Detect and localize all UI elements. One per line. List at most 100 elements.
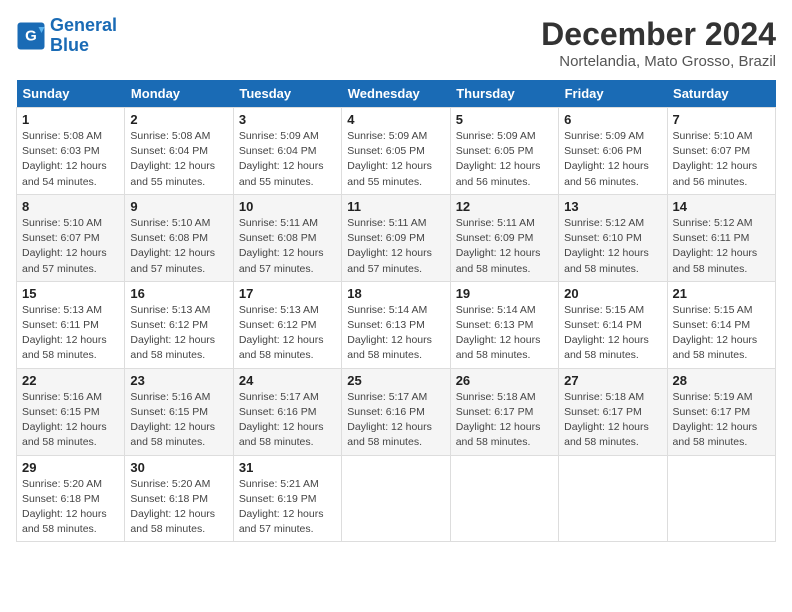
calendar-cell: 3 Sunrise: 5:09 AM Sunset: 6:04 PM Daylig… bbox=[233, 108, 341, 195]
day-number: 2 bbox=[130, 112, 227, 127]
day-info: Sunrise: 5:17 AM Sunset: 6:16 PM Dayligh… bbox=[347, 390, 444, 451]
day-number: 7 bbox=[673, 112, 770, 127]
day-number: 16 bbox=[130, 286, 227, 301]
logo-icon: G bbox=[16, 21, 46, 51]
day-number: 15 bbox=[22, 286, 119, 301]
day-info: Sunrise: 5:12 AM Sunset: 6:11 PM Dayligh… bbox=[673, 216, 770, 277]
day-number: 14 bbox=[673, 199, 770, 214]
day-info: Sunrise: 5:11 AM Sunset: 6:09 PM Dayligh… bbox=[347, 216, 444, 277]
calendar-cell: 16 Sunrise: 5:13 AM Sunset: 6:12 PM Dayli… bbox=[125, 281, 233, 368]
day-info: Sunrise: 5:08 AM Sunset: 6:03 PM Dayligh… bbox=[22, 129, 119, 190]
weekday-header-thursday: Thursday bbox=[450, 80, 558, 108]
day-number: 10 bbox=[239, 199, 336, 214]
calendar-cell: 8 Sunrise: 5:10 AM Sunset: 6:07 PM Daylig… bbox=[17, 194, 125, 281]
day-info: Sunrise: 5:15 AM Sunset: 6:14 PM Dayligh… bbox=[564, 303, 661, 364]
calendar-cell: 31 Sunrise: 5:21 AM Sunset: 6:19 PM Dayli… bbox=[233, 455, 341, 542]
day-number: 31 bbox=[239, 460, 336, 475]
day-number: 3 bbox=[239, 112, 336, 127]
day-number: 22 bbox=[22, 373, 119, 388]
logo-line1: General bbox=[50, 15, 117, 35]
weekday-header-row: SundayMondayTuesdayWednesdayThursdayFrid… bbox=[17, 80, 776, 108]
weekday-header-sunday: Sunday bbox=[17, 80, 125, 108]
day-info: Sunrise: 5:18 AM Sunset: 6:17 PM Dayligh… bbox=[456, 390, 553, 451]
week-row-3: 15 Sunrise: 5:13 AM Sunset: 6:11 PM Dayli… bbox=[17, 281, 776, 368]
weekday-header-saturday: Saturday bbox=[667, 80, 775, 108]
calendar-cell bbox=[450, 455, 558, 542]
day-number: 30 bbox=[130, 460, 227, 475]
weekday-header-wednesday: Wednesday bbox=[342, 80, 450, 108]
calendar-cell: 28Sunrise: 5:19 AM Sunset: 6:17 PM Dayli… bbox=[667, 368, 775, 455]
logo: G General Blue bbox=[16, 16, 117, 56]
day-info: Sunrise: 5:13 AM Sunset: 6:11 PM Dayligh… bbox=[22, 303, 119, 364]
day-number: 21 bbox=[673, 286, 770, 301]
calendar-cell: 9 Sunrise: 5:10 AM Sunset: 6:08 PM Daylig… bbox=[125, 194, 233, 281]
day-info: Sunrise: 5:11 AM Sunset: 6:08 PM Dayligh… bbox=[239, 216, 336, 277]
day-info: Sunrise: 5:21 AM Sunset: 6:19 PM Dayligh… bbox=[239, 477, 336, 538]
day-number: 5 bbox=[456, 112, 553, 127]
day-info: Sunrise: 5:15 AM Sunset: 6:14 PM Dayligh… bbox=[673, 303, 770, 364]
day-number: 4 bbox=[347, 112, 444, 127]
calendar-cell: 22 Sunrise: 5:16 AM Sunset: 6:15 PM Dayli… bbox=[17, 368, 125, 455]
calendar-cell: 2Sunrise: 5:08 AM Sunset: 6:04 PM Daylig… bbox=[125, 108, 233, 195]
calendar-cell: 14 Sunrise: 5:12 AM Sunset: 6:11 PM Dayli… bbox=[667, 194, 775, 281]
calendar-cell: 21 Sunrise: 5:15 AM Sunset: 6:14 PM Dayli… bbox=[667, 281, 775, 368]
day-number: 8 bbox=[22, 199, 119, 214]
day-info: Sunrise: 5:09 AM Sunset: 6:04 PM Dayligh… bbox=[239, 129, 336, 190]
day-info: Sunrise: 5:17 AM Sunset: 6:16 PM Dayligh… bbox=[239, 390, 336, 451]
day-number: 6 bbox=[564, 112, 661, 127]
calendar-cell: 24 Sunrise: 5:17 AM Sunset: 6:16 PM Dayli… bbox=[233, 368, 341, 455]
week-row-5: 29 Sunrise: 5:20 AM Sunset: 6:18 PM Dayli… bbox=[17, 455, 776, 542]
calendar-cell bbox=[342, 455, 450, 542]
calendar-cell: 7 Sunrise: 5:10 AM Sunset: 6:07 PM Daylig… bbox=[667, 108, 775, 195]
day-number: 25 bbox=[347, 373, 444, 388]
day-info: Sunrise: 5:10 AM Sunset: 6:07 PM Dayligh… bbox=[673, 129, 770, 190]
weekday-header-tuesday: Tuesday bbox=[233, 80, 341, 108]
day-info: Sunrise: 5:10 AM Sunset: 6:08 PM Dayligh… bbox=[130, 216, 227, 277]
day-info: Sunrise: 5:13 AM Sunset: 6:12 PM Dayligh… bbox=[130, 303, 227, 364]
calendar-cell: 5 Sunrise: 5:09 AM Sunset: 6:05 PM Daylig… bbox=[450, 108, 558, 195]
calendar-cell: 23Sunrise: 5:16 AM Sunset: 6:15 PM Dayli… bbox=[125, 368, 233, 455]
month-title: December 2024 bbox=[541, 16, 776, 53]
logo-line2: Blue bbox=[50, 35, 89, 55]
location: Nortelandia, Mato Grosso, Brazil bbox=[541, 53, 776, 70]
day-number: 24 bbox=[239, 373, 336, 388]
day-info: Sunrise: 5:13 AM Sunset: 6:12 PM Dayligh… bbox=[239, 303, 336, 364]
day-number: 9 bbox=[130, 199, 227, 214]
day-number: 20 bbox=[564, 286, 661, 301]
day-info: Sunrise: 5:14 AM Sunset: 6:13 PM Dayligh… bbox=[456, 303, 553, 364]
day-number: 28 bbox=[673, 373, 770, 388]
day-info: Sunrise: 5:09 AM Sunset: 6:05 PM Dayligh… bbox=[456, 129, 553, 190]
day-info: Sunrise: 5:20 AM Sunset: 6:18 PM Dayligh… bbox=[22, 477, 119, 538]
day-number: 12 bbox=[456, 199, 553, 214]
day-info: Sunrise: 5:10 AM Sunset: 6:07 PM Dayligh… bbox=[22, 216, 119, 277]
calendar-cell: 15 Sunrise: 5:13 AM Sunset: 6:11 PM Dayli… bbox=[17, 281, 125, 368]
week-row-4: 22 Sunrise: 5:16 AM Sunset: 6:15 PM Dayli… bbox=[17, 368, 776, 455]
calendar-cell: 1 Sunrise: 5:08 AM Sunset: 6:03 PM Daylig… bbox=[17, 108, 125, 195]
day-number: 1 bbox=[22, 112, 119, 127]
calendar-cell: 12Sunrise: 5:11 AM Sunset: 6:09 PM Dayli… bbox=[450, 194, 558, 281]
day-info: Sunrise: 5:18 AM Sunset: 6:17 PM Dayligh… bbox=[564, 390, 661, 451]
day-number: 26 bbox=[456, 373, 553, 388]
page-header: G General Blue December 2024 Nortelandia… bbox=[16, 16, 776, 70]
day-info: Sunrise: 5:16 AM Sunset: 6:15 PM Dayligh… bbox=[22, 390, 119, 451]
week-row-1: 1 Sunrise: 5:08 AM Sunset: 6:03 PM Daylig… bbox=[17, 108, 776, 195]
calendar-cell: 25 Sunrise: 5:17 AM Sunset: 6:16 PM Dayli… bbox=[342, 368, 450, 455]
day-number: 23 bbox=[130, 373, 227, 388]
week-row-2: 8 Sunrise: 5:10 AM Sunset: 6:07 PM Daylig… bbox=[17, 194, 776, 281]
calendar-cell: 18Sunrise: 5:14 AM Sunset: 6:13 PM Dayli… bbox=[342, 281, 450, 368]
day-info: Sunrise: 5:20 AM Sunset: 6:18 PM Dayligh… bbox=[130, 477, 227, 538]
day-number: 29 bbox=[22, 460, 119, 475]
calendar-cell: 11 Sunrise: 5:11 AM Sunset: 6:09 PM Dayli… bbox=[342, 194, 450, 281]
calendar-cell: 6Sunrise: 5:09 AM Sunset: 6:06 PM Daylig… bbox=[559, 108, 667, 195]
day-number: 17 bbox=[239, 286, 336, 301]
day-number: 18 bbox=[347, 286, 444, 301]
weekday-header-monday: Monday bbox=[125, 80, 233, 108]
day-number: 13 bbox=[564, 199, 661, 214]
day-info: Sunrise: 5:09 AM Sunset: 6:05 PM Dayligh… bbox=[347, 129, 444, 190]
calendar-cell: 17 Sunrise: 5:13 AM Sunset: 6:12 PM Dayli… bbox=[233, 281, 341, 368]
calendar-table: SundayMondayTuesdayWednesdayThursdayFrid… bbox=[16, 80, 776, 542]
calendar-cell: 26 Sunrise: 5:18 AM Sunset: 6:17 PM Dayli… bbox=[450, 368, 558, 455]
day-number: 11 bbox=[347, 199, 444, 214]
calendar-cell: 27Sunrise: 5:18 AM Sunset: 6:17 PM Dayli… bbox=[559, 368, 667, 455]
calendar-cell: 30 Sunrise: 5:20 AM Sunset: 6:18 PM Dayli… bbox=[125, 455, 233, 542]
